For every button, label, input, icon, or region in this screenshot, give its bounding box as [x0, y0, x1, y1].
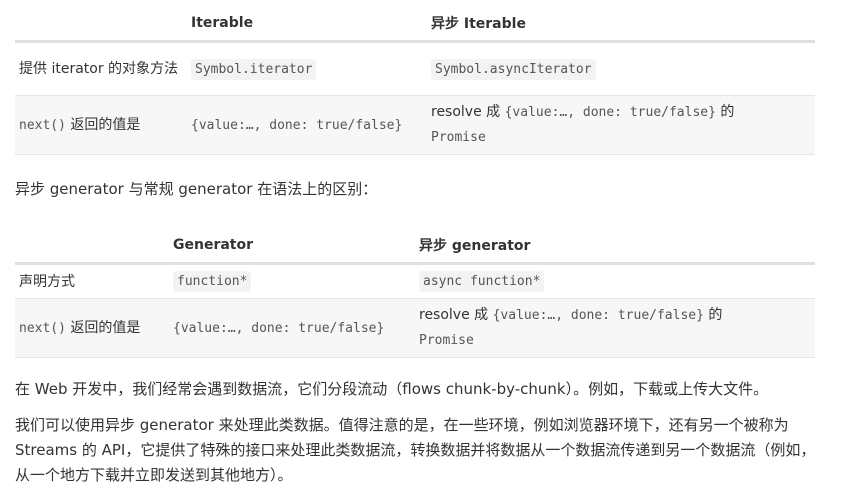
table-row: 提供 iterator 的对象方法 Symbol.iterator Symbol… — [15, 41, 815, 96]
table-row: 声明方式 function* async function* — [15, 263, 815, 299]
paragraph-data-streams: 在 Web 开发中，我们经常会遇到数据流，它们分段流动（flows chunk-… — [15, 380, 769, 398]
header-empty — [15, 6, 187, 43]
code-async-function-star: async function* — [419, 271, 545, 292]
header-generator: Generator — [169, 228, 415, 265]
cell-async-iterable: Symbol.asyncIterator — [427, 41, 815, 96]
table-header-row: Generator 异步 generator — [15, 228, 815, 265]
resolve-text: resolve 成 — [419, 307, 493, 323]
code-next: next() — [19, 117, 66, 133]
row-label: next() 返回的值是 — [15, 298, 169, 358]
header-async-iterable: 异步 Iterable — [427, 6, 815, 43]
code-symbol-iterator: Symbol.iterator — [191, 58, 317, 80]
cell-async-generator: async function* — [415, 263, 815, 299]
resolve-text: resolve 成 — [431, 104, 505, 120]
suffix-text: 的 — [715, 104, 735, 120]
suffix-text: 的 — [703, 307, 723, 323]
row-label: 提供 iterator 的对象方法 — [15, 41, 187, 96]
header-async-generator: 异步 generator — [415, 228, 815, 265]
code-symbol-async-iterator: Symbol.asyncIterator — [431, 58, 596, 80]
label-text: 返回的值是 — [65, 116, 141, 133]
table-row: next() 返回的值是 {value:…, done: true/false}… — [15, 95, 815, 155]
section-heading: 异步 generator 与常规 generator 在语法上的区别： — [15, 180, 378, 198]
row-label: 声明方式 — [15, 263, 169, 299]
cell-generator: {value:…, done: true/false} — [169, 298, 415, 358]
code-promise: Promise — [431, 130, 486, 145]
cell-generator: function* — [169, 263, 415, 299]
code-value-done: {value:…, done: true/false} — [504, 105, 716, 120]
cell-iterable: Symbol.iterator — [187, 41, 427, 96]
code-next: next() — [19, 320, 66, 336]
code-value-done: {value:…, done: true/false} — [191, 117, 403, 133]
header-iterable: Iterable — [187, 6, 427, 43]
table-row: next() 返回的值是 {value:…, done: true/false}… — [15, 298, 815, 358]
cell-iterable: {value:…, done: true/false} — [187, 95, 427, 155]
code-function-star: function* — [173, 271, 252, 292]
header-empty — [15, 228, 169, 265]
row-label: next() 返回的值是 — [15, 95, 187, 155]
code-value-done: {value:…, done: true/false} — [492, 308, 704, 323]
code-value-done: {value:…, done: true/false} — [173, 320, 385, 336]
generator-comparison-table: Generator 异步 generator 声明方式 function* as… — [15, 228, 815, 358]
code-promise: Promise — [419, 333, 474, 348]
label-text: 返回的值是 — [65, 319, 141, 336]
cell-async-iterable: resolve 成 {value:…, done: true/false} 的 … — [427, 95, 815, 155]
iterable-comparison-table: Iterable 异步 Iterable 提供 iterator 的对象方法 S… — [15, 6, 815, 155]
paragraph-streams-api: 我们可以使用异步 generator 来处理此类数据。值得注意的是，在一些环境，… — [15, 416, 816, 484]
table-header-row: Iterable 异步 Iterable — [15, 6, 815, 43]
cell-async-generator: resolve 成 {value:…, done: true/false} 的 … — [415, 298, 815, 358]
